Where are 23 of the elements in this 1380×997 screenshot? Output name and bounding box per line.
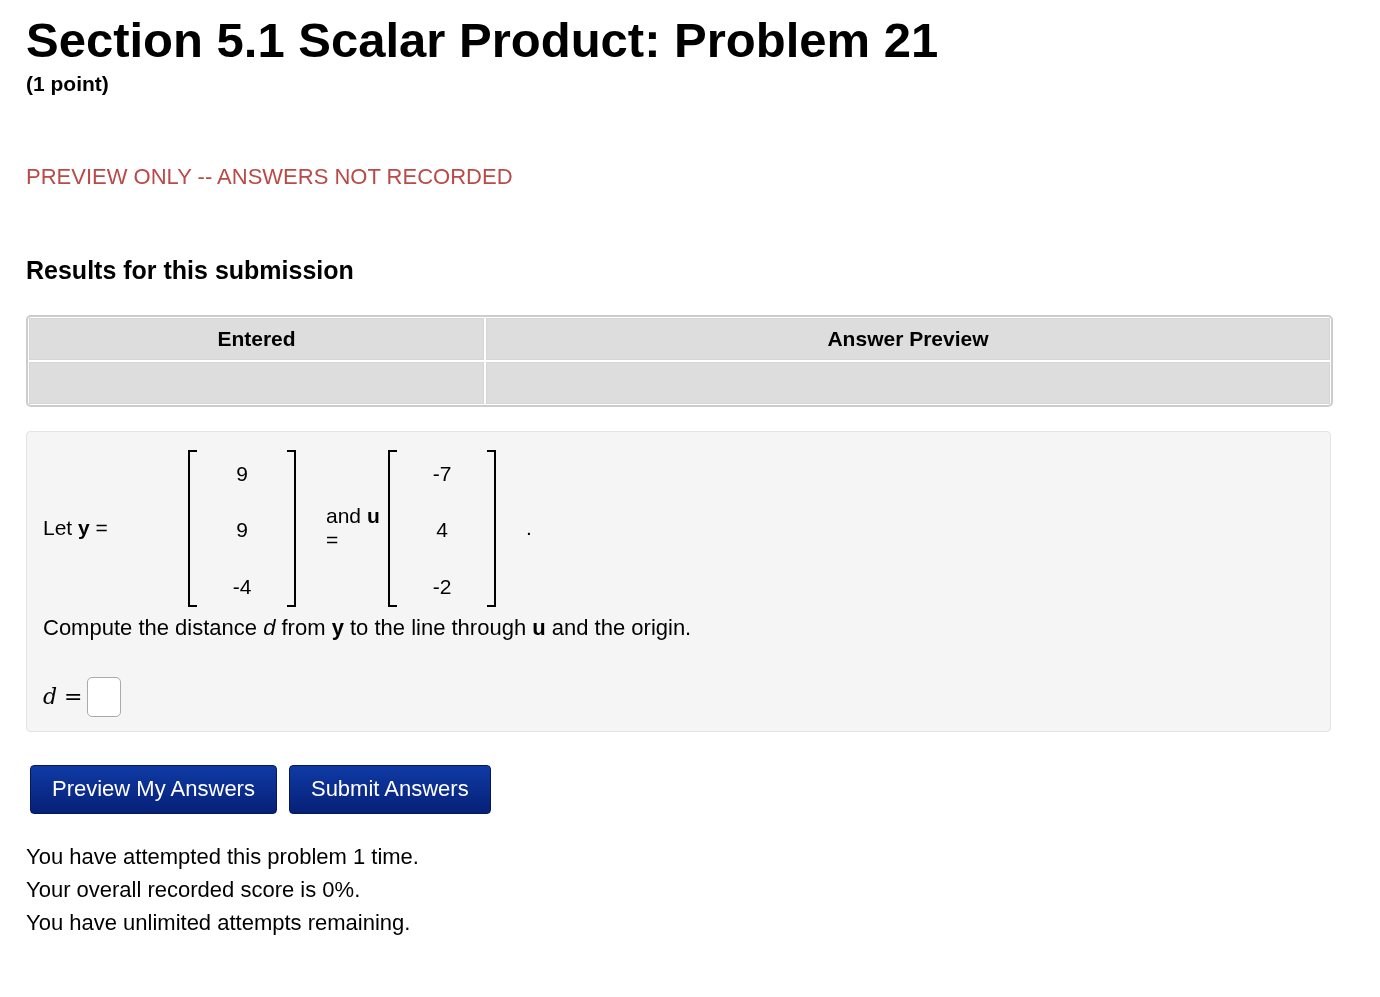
math-text: . [526,516,532,541]
matrix-entry: 9 [236,461,248,486]
submit-button[interactable]: Preview My Answers [30,764,277,814]
matrix-entry: -7 [432,461,452,486]
math-text: Let y = [43,516,109,541]
column-header: Answer Preview [486,317,1330,360]
points-label: (1 point) [26,71,110,96]
answer-field[interactable] [86,676,121,717]
status-text: You have unlimited attempts remaining. [26,908,412,937]
column-header: Entered [29,317,484,360]
matrix-entry: 9 [236,518,248,543]
preview-notice: PREVIEW ONLY -- ANSWERS NOT RECORDED [26,163,514,190]
results-heading: Results for this submission [26,255,355,285]
question-text: Compute the distance d from y to the line through u and the origin. [43,614,693,641]
answer-label: d = [43,684,83,710]
matrix-entry: -2 [432,574,452,599]
submit-button[interactable]: Submit Answers [288,764,491,814]
page-title: Section 5.1 Scalar Product: Problem 21 [26,14,940,68]
matrix-entry: -4 [232,574,252,599]
matrix-entry: 4 [436,518,448,543]
status-text: Your overall recorded score is 0%. [26,875,362,904]
math-text: and u = [326,504,381,553]
status-text: You have attempted this problem 1 time. [26,842,420,871]
